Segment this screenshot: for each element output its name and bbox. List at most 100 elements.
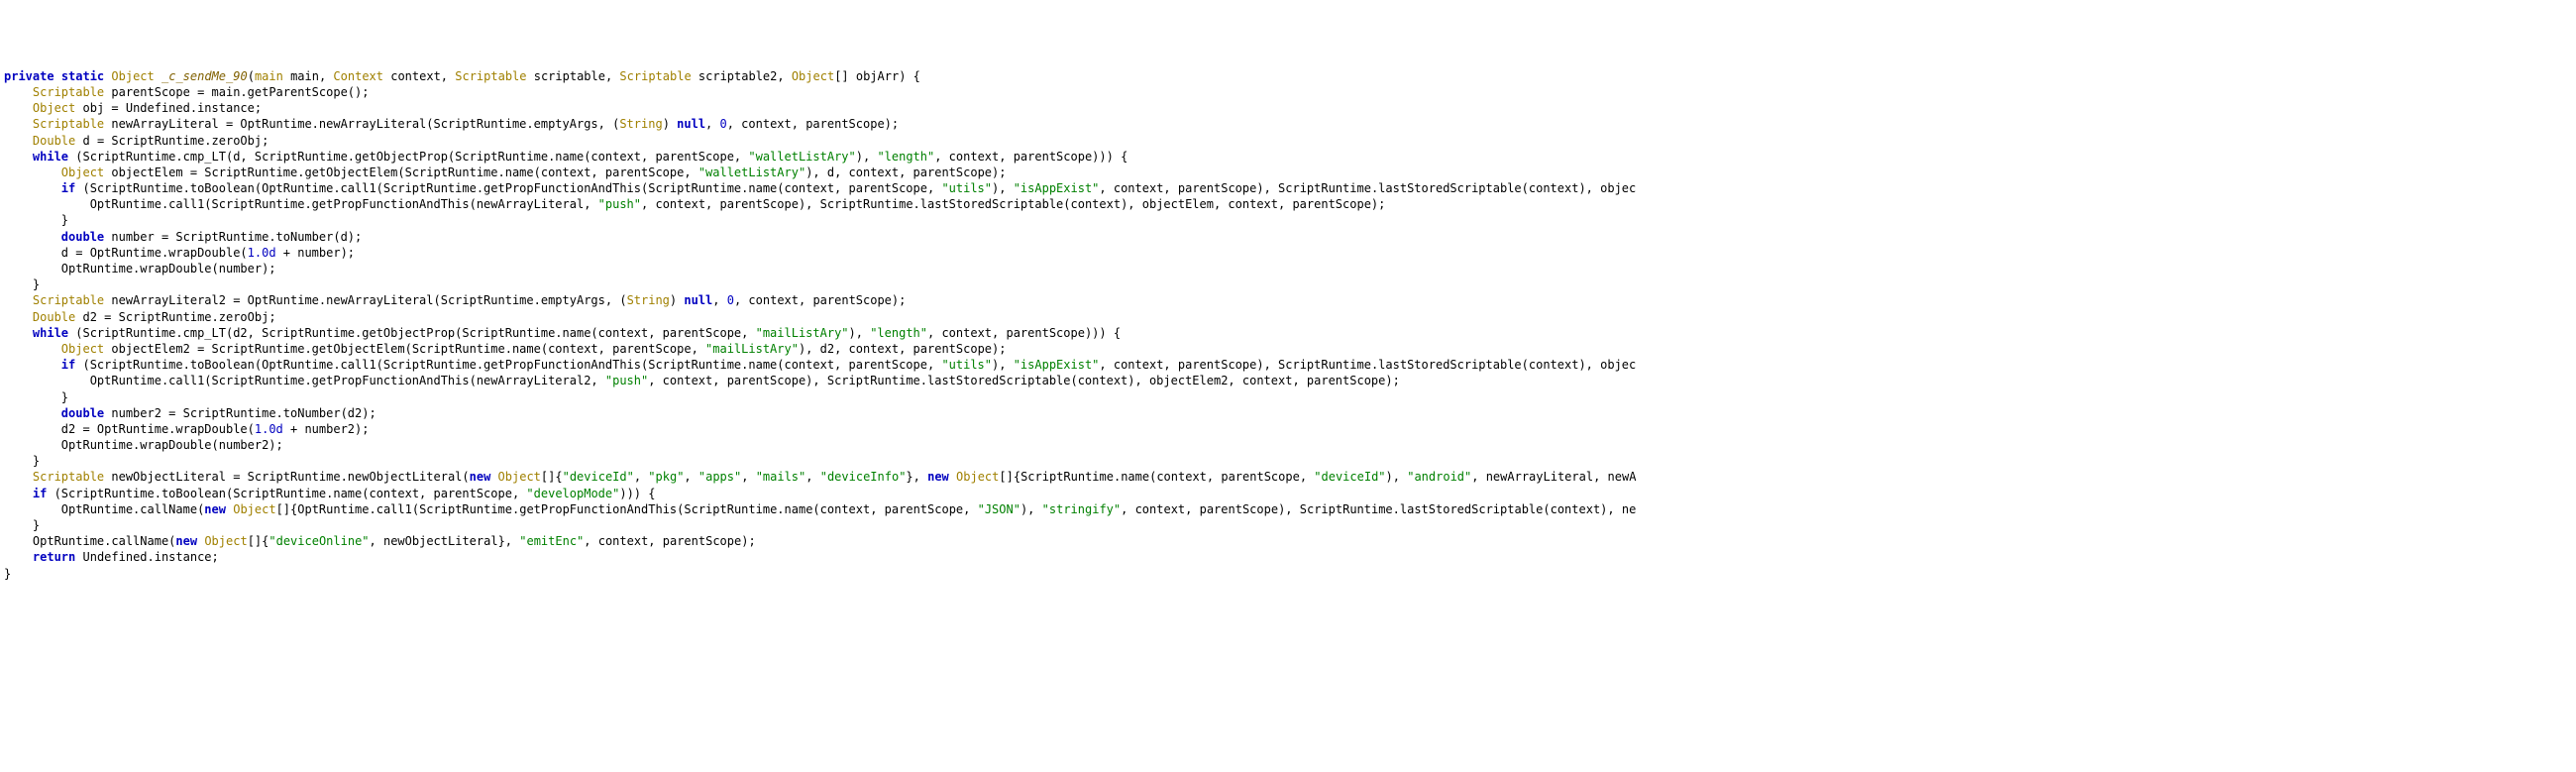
code-token: "walletListAry" — [748, 150, 855, 164]
code-token: Object — [233, 502, 275, 516]
code-token: , — [712, 293, 726, 307]
code-token: , context, parentScope); — [734, 293, 906, 307]
code-token: return — [33, 550, 75, 564]
code-token: OptRuntime.call1(ScriptRuntime.getPropFu… — [90, 374, 605, 387]
code-token: context, — [383, 69, 455, 83]
code-token: } — [61, 213, 68, 227]
code-token: Object — [204, 534, 247, 548]
code-token: newArrayLiteral = OptRuntime.newArrayLit… — [104, 117, 619, 131]
code-token: OptRuntime.wrapDouble(number); — [61, 262, 276, 276]
code-token: "deviceInfo" — [820, 470, 907, 484]
code-token: if — [33, 487, 47, 500]
code-token: OptRuntime.callName( — [33, 534, 176, 548]
code-token: "developMode" — [526, 487, 619, 500]
code-token: "JSON" — [978, 502, 1020, 516]
code-token: "emitEnc" — [519, 534, 584, 548]
code-token: Object — [792, 69, 834, 83]
code-token: ), — [992, 181, 1014, 195]
code-token: Scriptable — [33, 117, 104, 131]
code-token: while — [33, 150, 68, 164]
code-token: d2 = ScriptRuntime.zeroObj; — [75, 310, 275, 324]
code-token: Scriptable — [455, 69, 526, 83]
code-token: , newObjectLiteral}, — [370, 534, 520, 548]
code-token: Scriptable — [33, 85, 104, 99]
code-token: parentScope = main.getParentScope(); — [104, 85, 369, 99]
code-token: newObjectLiteral = ScriptRuntime.newObje… — [104, 470, 469, 484]
code-token: ( — [248, 69, 255, 83]
code-token: (ScriptRuntime.toBoolean(OptRuntime.call… — [75, 181, 941, 195]
code-token: + number2); — [283, 422, 370, 436]
code-token: OptRuntime.call1(ScriptRuntime.getPropFu… — [90, 197, 598, 211]
code-token: scriptable2, — [692, 69, 792, 83]
code-token: ))) { — [619, 487, 655, 500]
code-token: "utils" — [941, 358, 992, 372]
code-token: new — [204, 502, 226, 516]
code-token: "mailListAry" — [705, 342, 799, 356]
code-token: (ScriptRuntime.cmp_LT(d, ScriptRuntime.g… — [68, 150, 748, 164]
code-token: Double — [33, 310, 75, 324]
code-token: Scriptable — [33, 293, 104, 307]
code-token: }, — [906, 470, 927, 484]
code-token: ), d, context, parentScope); — [805, 165, 1006, 179]
code-token: (ScriptRuntime.toBoolean(OptRuntime.call… — [75, 358, 941, 372]
code-token — [54, 69, 61, 83]
code-token: ) — [663, 117, 677, 131]
code-token: private — [4, 69, 54, 83]
code-block: private static Object _c_sendMe_90(main … — [4, 68, 2572, 582]
code-token: new — [927, 470, 949, 484]
code-token: "mailListAry" — [756, 326, 849, 340]
code-token: "android" — [1407, 470, 1471, 484]
code-token: "length" — [877, 150, 934, 164]
code-token: d = ScriptRuntime.zeroObj; — [75, 134, 268, 148]
code-token: Object — [33, 101, 75, 115]
code-token: } — [33, 277, 40, 291]
code-token: 0 — [720, 117, 727, 131]
code-token: , — [705, 117, 719, 131]
code-token: ), — [849, 326, 871, 340]
code-token: "length" — [870, 326, 927, 340]
code-token: "deviceId" — [563, 470, 634, 484]
code-token: obj = Undefined.instance; — [75, 101, 262, 115]
code-token: , — [741, 470, 755, 484]
code-token: , — [684, 470, 698, 484]
code-token: String — [619, 117, 662, 131]
code-token: ) — [670, 293, 684, 307]
code-token: 1.0d — [248, 246, 276, 260]
code-token: ), — [1386, 470, 1408, 484]
code-token: 0 — [727, 293, 734, 307]
code-token: d2 = OptRuntime.wrapDouble( — [61, 422, 255, 436]
code-token: d = OptRuntime.wrapDouble( — [61, 246, 248, 260]
code-token: []{ScriptRuntime.name(context, parentSco… — [999, 470, 1314, 484]
code-token: (ScriptRuntime.toBoolean(ScriptRuntime.n… — [47, 487, 526, 500]
code-token: , newArrayLiteral, newA — [1471, 470, 1636, 484]
code-token: while — [33, 326, 68, 340]
code-token: number2 = ScriptRuntime.toNumber(d2); — [104, 406, 376, 420]
code-token: if — [61, 358, 75, 372]
code-token: Double — [33, 134, 75, 148]
code-token: "mails" — [756, 470, 806, 484]
code-token: , context, parentScope), ScriptRuntime.l… — [1099, 181, 1636, 195]
code-token: "push" — [605, 374, 648, 387]
code-token — [949, 470, 956, 484]
code-token: , context, parentScope); — [727, 117, 899, 131]
code-token: scriptable, — [527, 69, 620, 83]
code-token: , context, parentScope); — [584, 534, 755, 548]
code-token: Context — [333, 69, 383, 83]
code-token: } — [33, 454, 40, 468]
code-token: main, — [283, 69, 334, 83]
code-token: "apps" — [698, 470, 741, 484]
code-token: "stringify" — [1042, 502, 1121, 516]
code-token: "pkg" — [648, 470, 684, 484]
code-token: , context, parentScope), ScriptRuntime.l… — [648, 374, 1400, 387]
code-token — [155, 69, 161, 83]
code-token: } — [61, 390, 68, 404]
code-token: []{OptRuntime.call1(ScriptRuntime.getPro… — [276, 502, 978, 516]
code-token: [] objArr) { — [834, 69, 920, 83]
code-token: newArrayLiteral2 = OptRuntime.newArrayLi… — [104, 293, 626, 307]
code-token: OptRuntime.callName( — [61, 502, 205, 516]
code-token: Object — [111, 69, 154, 83]
code-token: []{ — [541, 470, 563, 484]
code-token: , context, parentScope), ScriptRuntime.l… — [1121, 502, 1636, 516]
code-token: main — [255, 69, 283, 83]
code-token: , context, parentScope), ScriptRuntime.l… — [1099, 358, 1636, 372]
